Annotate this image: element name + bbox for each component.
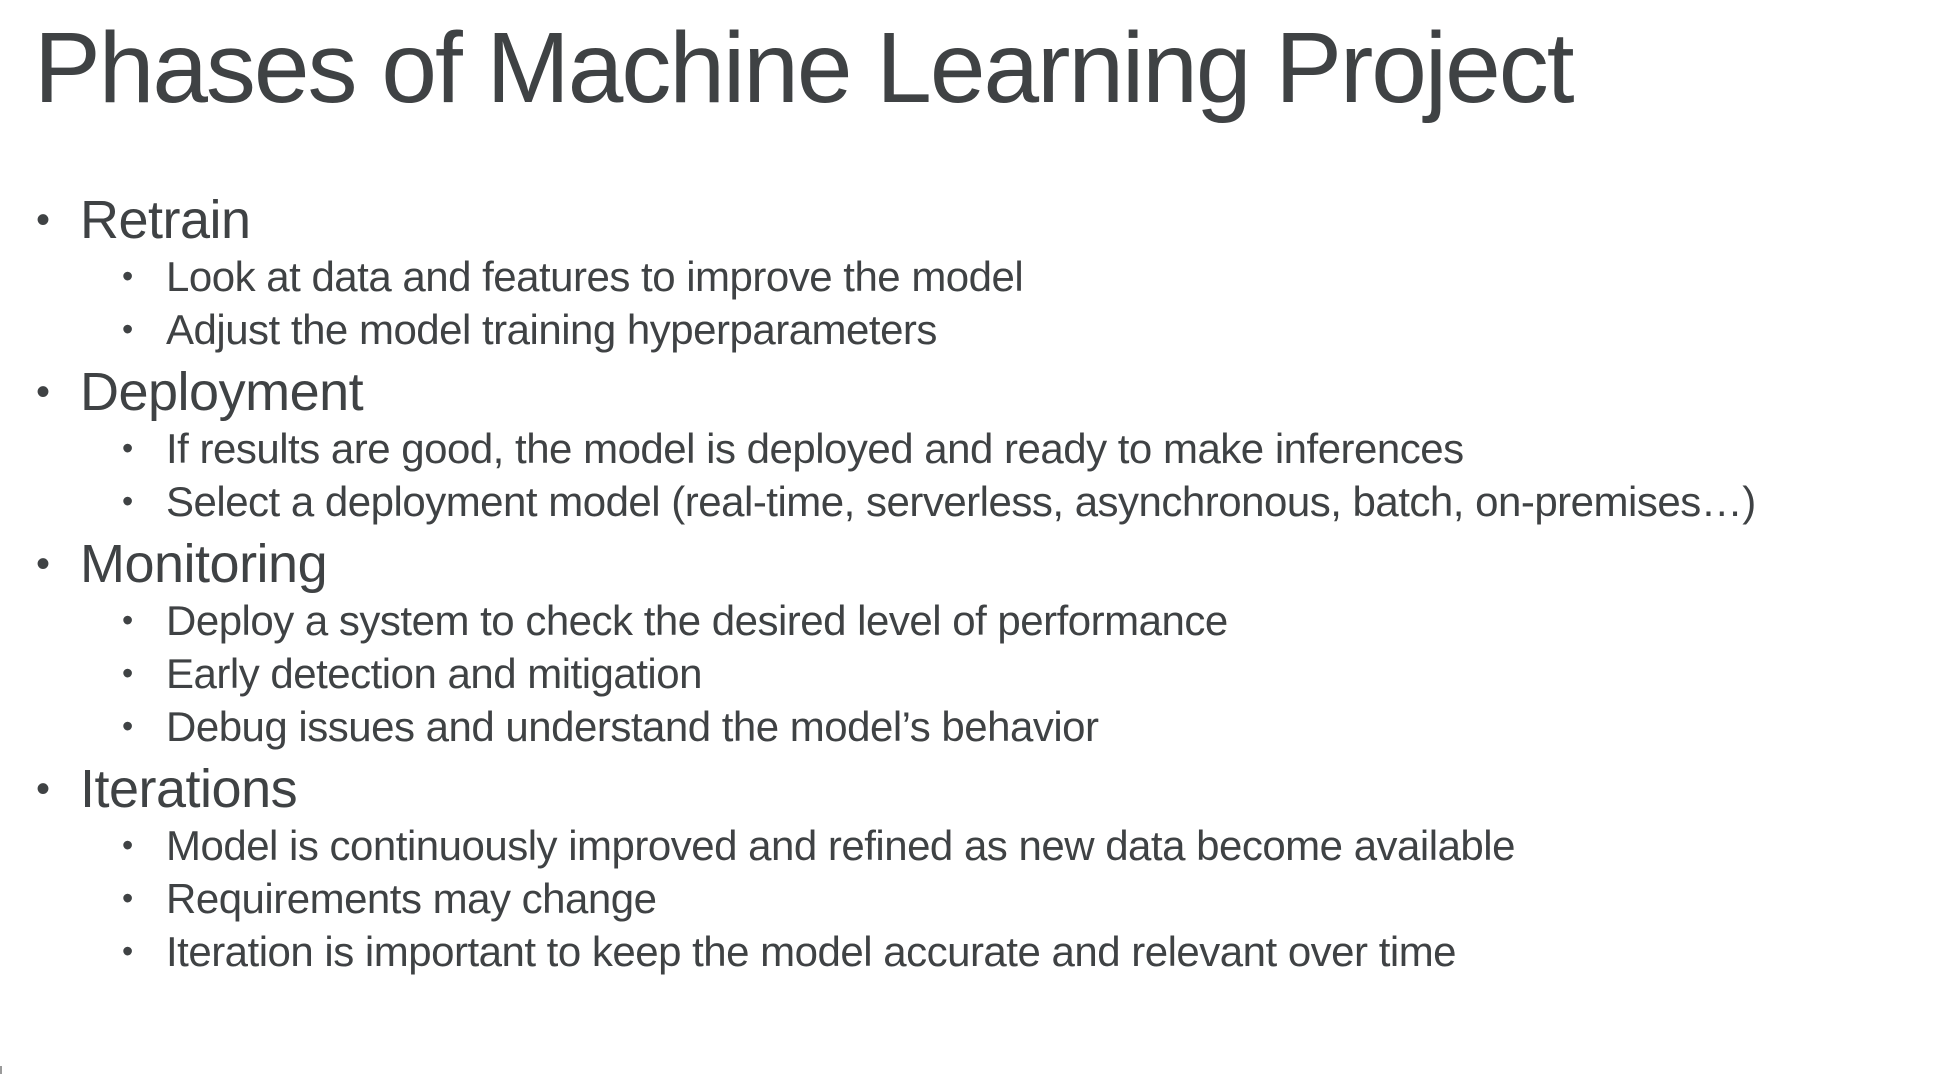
bullet-text: Iteration is important to keep the model…	[166, 927, 1457, 975]
bullet-dot-icon: •	[122, 880, 133, 916]
slide: Phases of Machine Learning Project • Ret…	[0, 0, 1944, 1074]
bullet-text: Model is continuously improved and refin…	[166, 821, 1515, 869]
section-heading: Deployment	[80, 362, 364, 422]
bullet-dot-icon: •	[122, 483, 133, 519]
bullet-level2: • Select a deployment model (real-time, …	[34, 475, 1914, 528]
bullet-text: Deploy a system to check the desired lev…	[166, 596, 1228, 644]
corner-mark	[0, 1066, 6, 1074]
section-heading: Retrain	[80, 190, 251, 250]
bullet-level2: • Debug issues and understand the model’…	[34, 700, 1914, 753]
bullet-level2: • Model is continuously improved and ref…	[34, 819, 1914, 872]
bullet-level1: • Deployment	[34, 362, 1914, 422]
bullet-level2: • Deploy a system to check the desired l…	[34, 594, 1914, 647]
bullet-dot-icon: •	[122, 655, 133, 691]
section-heading: Monitoring	[80, 534, 328, 594]
bullet-level2: • Iteration is important to keep the mod…	[34, 925, 1914, 978]
bullet-level2: • Look at data and features to improve t…	[34, 250, 1914, 303]
bullet-text: Debug issues and understand the model’s …	[166, 702, 1099, 750]
bullet-level1: • Retrain	[34, 190, 1914, 250]
section-monitoring: • Monitoring • Deploy a system to check …	[34, 534, 1914, 753]
bullet-list: • Retrain • Look at data and features to…	[34, 190, 1914, 978]
slide-title: Phases of Machine Learning Project	[34, 12, 1574, 124]
section-iterations: • Iterations • Model is continuously imp…	[34, 759, 1914, 978]
bullet-dot-icon: •	[122, 827, 133, 863]
bullet-dot-icon: •	[122, 311, 133, 347]
bullet-dot-icon: •	[36, 766, 50, 811]
bullet-dot-icon: •	[36, 541, 50, 586]
section-heading: Iterations	[80, 759, 298, 819]
bullet-level1: • Monitoring	[34, 534, 1914, 594]
bullet-dot-icon: •	[122, 430, 133, 466]
bullet-text: Requirements may change	[166, 874, 657, 922]
section-retrain: • Retrain • Look at data and features to…	[34, 190, 1914, 356]
bullet-dot-icon: •	[36, 369, 50, 414]
bullet-text: Early detection and mitigation	[166, 649, 702, 697]
bullet-text: Look at data and features to improve the…	[166, 252, 1024, 300]
bullet-text: Select a deployment model (real-time, se…	[166, 477, 1756, 525]
bullet-text: If results are good, the model is deploy…	[166, 424, 1464, 472]
bullet-level2: • Adjust the model training hyperparamet…	[34, 303, 1914, 356]
bullet-level2: • Requirements may change	[34, 872, 1914, 925]
bullet-dot-icon: •	[122, 602, 133, 638]
bullet-level2: • If results are good, the model is depl…	[34, 422, 1914, 475]
bullet-dot-icon: •	[36, 197, 50, 242]
bullet-dot-icon: •	[122, 258, 133, 294]
bullet-dot-icon: •	[122, 933, 133, 969]
section-deployment: • Deployment • If results are good, the …	[34, 362, 1914, 528]
bullet-level2: • Early detection and mitigation	[34, 647, 1914, 700]
bullet-dot-icon: •	[122, 708, 133, 744]
bullet-text: Adjust the model training hyperparameter…	[166, 305, 937, 353]
bullet-level1: • Iterations	[34, 759, 1914, 819]
